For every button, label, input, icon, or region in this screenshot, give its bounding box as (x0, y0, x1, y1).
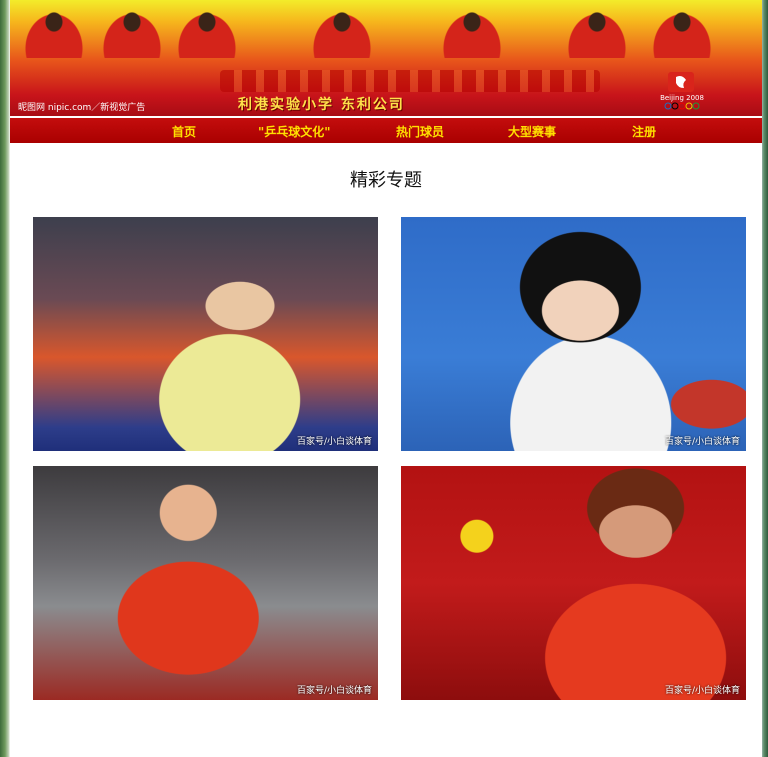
photo-caption: 百家号/小白谈体育 (296, 686, 372, 696)
feature-photo[interactable]: 百家号/小白谈体育 (33, 217, 378, 451)
photo-caption: 百家号/小白谈体育 (664, 686, 740, 696)
feature-photo[interactable]: 百家号/小白谈体育 (33, 466, 378, 700)
banner-player-figure (650, 10, 714, 58)
nav-item-pingpong-culture[interactable]: "乒乓球文化" (258, 123, 331, 140)
banner-brand-text: 昵图网 nipic.com／新视觉广告 (18, 103, 146, 113)
page-container: 利港实验小学 东利公司 昵图网 nipic.com／新视觉广告 Beijing … (10, 0, 762, 757)
feature-photo[interactable]: 百家号/小白谈体育 (401, 217, 746, 451)
nav-item-home[interactable]: 首页 (172, 123, 196, 140)
header-banner: 利港实验小学 东利公司 昵图网 nipic.com／新视觉广告 Beijing … (10, 0, 762, 116)
banner-school-name: 利港实验小学 东利公司 (238, 97, 405, 113)
banner-player-figure (565, 10, 629, 58)
beijing-olympics-logo-icon: Beijing 2008 (660, 72, 704, 110)
banner-player-figure (22, 10, 86, 58)
section-title: 精彩专题 (350, 170, 422, 191)
banner-player-figure (440, 10, 504, 58)
main-nav: 首页 "乒乓球文化" 热门球员 大型赛事 注册 (10, 116, 762, 143)
banner-player-figure (310, 10, 374, 58)
photo-caption: 百家号/小白谈体育 (296, 437, 372, 447)
photo-caption: 百家号/小白谈体育 (664, 437, 740, 447)
banner-player-figure (175, 10, 239, 58)
nav-item-major-events[interactable]: 大型赛事 (508, 123, 556, 140)
banner-wordmark (220, 70, 600, 92)
logo-text: Beijing 2008 (660, 94, 704, 102)
banner-player-figure (100, 10, 164, 58)
feature-photo[interactable]: 百家号/小白谈体育 (401, 466, 746, 700)
nav-item-popular-players[interactable]: 热门球员 (396, 123, 444, 140)
nav-item-register[interactable]: 注册 (632, 123, 656, 140)
